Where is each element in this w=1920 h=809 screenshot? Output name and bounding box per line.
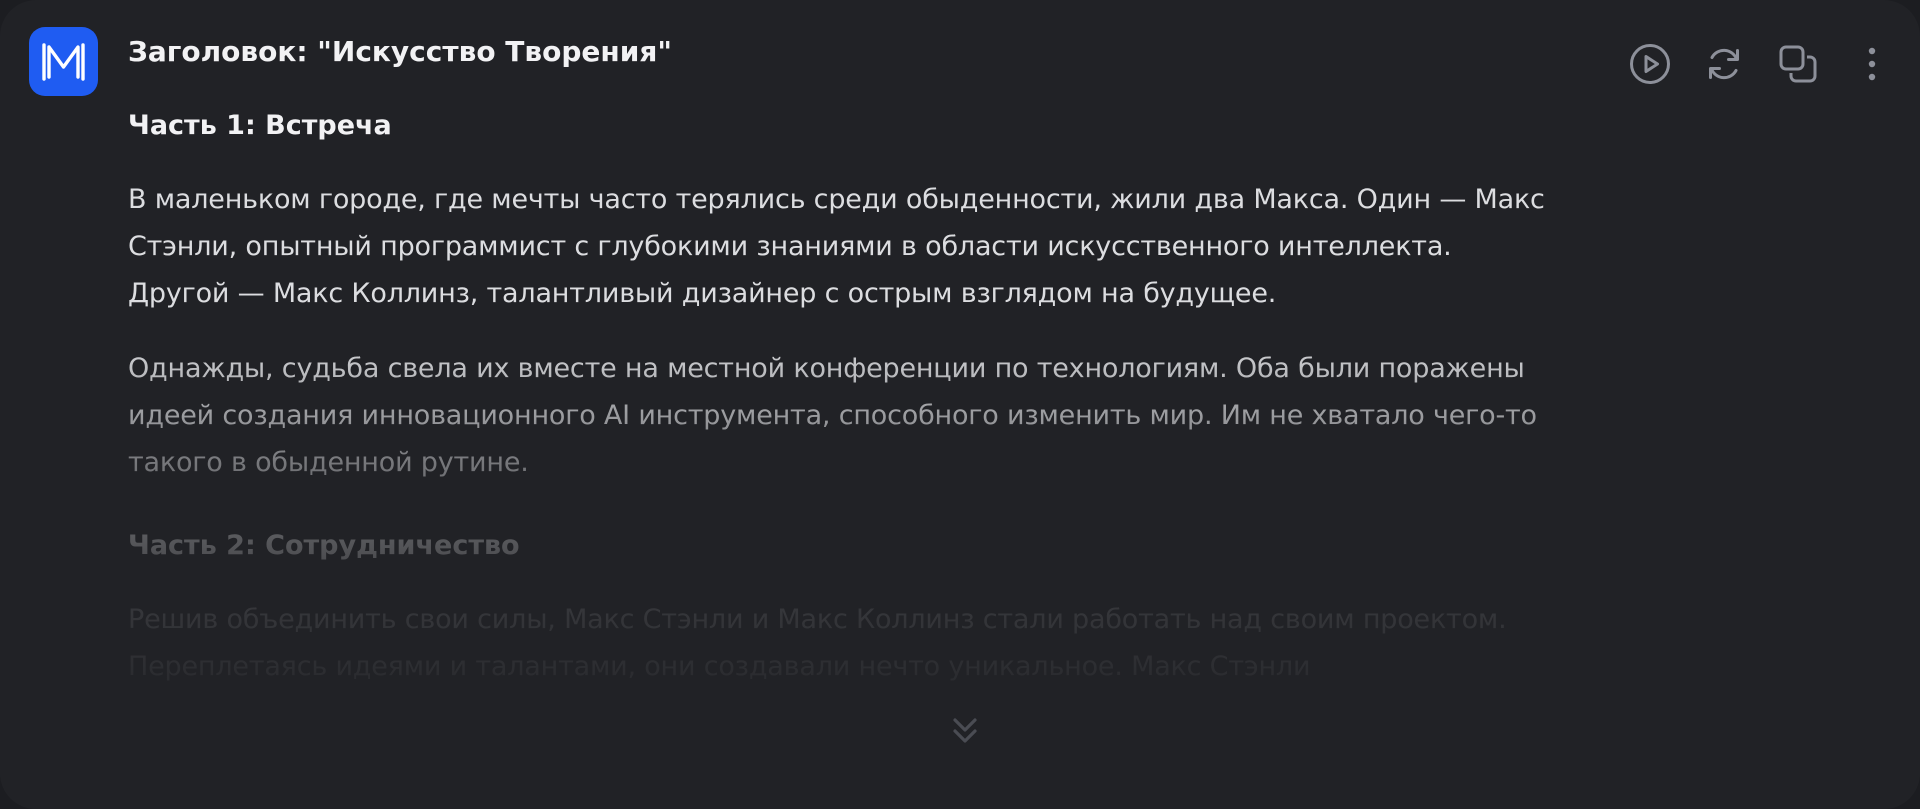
paragraph-3: Решив объединить свои силы, Макс Стэнли …	[128, 604, 1507, 682]
section-heading-1: Часть 1: Встреча	[128, 110, 392, 141]
scroll-down-button[interactable]	[935, 700, 995, 760]
refresh-icon	[1709, 48, 1739, 80]
copy-icon	[1779, 45, 1817, 83]
message-content: Заголовок: "Искусство Творения" Часть 1:…	[128, 30, 1558, 690]
section-heading-2: Часть 2: Сотрудничество	[128, 530, 520, 561]
message-title: Заголовок: "Искусство Творения"	[128, 35, 672, 68]
message-card: Заголовок: "Искусство Творения" Часть 1:…	[0, 0, 1920, 809]
more-options-button[interactable]	[1848, 40, 1896, 88]
assistant-avatar	[29, 27, 98, 96]
logo-m-icon	[42, 43, 85, 81]
paragraph-1: В маленьком городе, где мечты часто теря…	[128, 184, 1545, 309]
message-toolbar	[1626, 40, 1896, 88]
play-circle-icon	[1630, 44, 1670, 84]
regenerate-button[interactable]	[1700, 40, 1748, 88]
copy-button[interactable]	[1774, 40, 1822, 88]
more-vertical-icon	[1868, 47, 1876, 81]
chevrons-down-icon	[953, 718, 977, 743]
play-button[interactable]	[1626, 40, 1674, 88]
paragraph-2: Однажды, судьба свела их вместе на местн…	[128, 353, 1537, 478]
